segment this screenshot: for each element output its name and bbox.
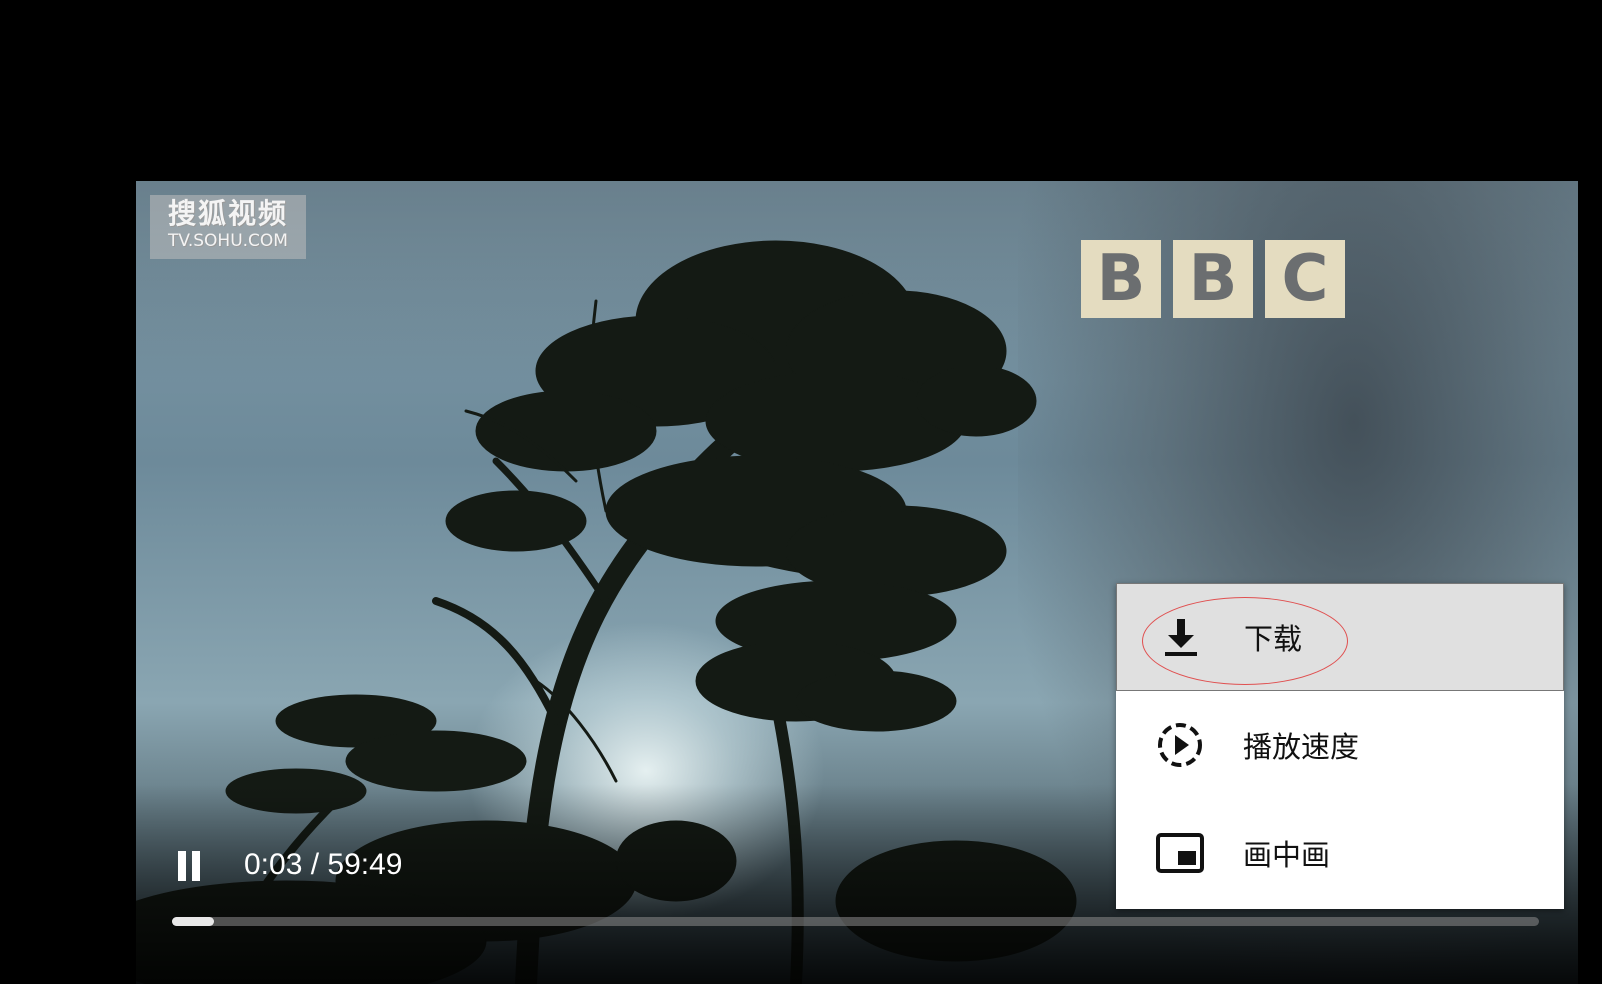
sohu-watermark: 搜狐视频 TV.SOHU.COM bbox=[150, 195, 306, 259]
playback-speed-icon bbox=[1158, 723, 1202, 767]
bbc-letter: B bbox=[1081, 240, 1161, 318]
bbc-letter: C bbox=[1265, 240, 1345, 318]
menu-item-playback-speed[interactable]: 播放速度 bbox=[1116, 691, 1564, 799]
picture-in-picture-icon bbox=[1156, 833, 1204, 873]
menu-item-picture-in-picture[interactable]: 画中画 bbox=[1116, 799, 1564, 907]
time-display: 0:03 / 59:49 bbox=[244, 848, 403, 881]
download-icon bbox=[1165, 619, 1197, 656]
menu-item-download[interactable]: 下载 bbox=[1116, 583, 1564, 691]
bbc-logo: B B C bbox=[1081, 240, 1345, 318]
progress-fill bbox=[172, 917, 215, 926]
menu-item-label: 画中画 bbox=[1243, 838, 1331, 872]
menu-item-label: 播放速度 bbox=[1243, 730, 1360, 764]
progress-bar[interactable] bbox=[172, 917, 1539, 926]
watermark-en-text: TV.SOHU.COM bbox=[168, 231, 288, 251]
menu-item-label: 下载 bbox=[1244, 622, 1303, 656]
pause-icon bbox=[178, 851, 186, 881]
watermark-cn-text: 搜狐视频 bbox=[167, 197, 288, 230]
bbc-letter: B bbox=[1173, 240, 1253, 318]
page: 搜狐视频 TV.SOHU.COM B B C 0:03 / 59:49 下载 播… bbox=[0, 0, 1602, 984]
pause-icon bbox=[192, 851, 200, 881]
pause-button[interactable] bbox=[178, 851, 204, 881]
overflow-menu: 下载 播放速度 画中画 bbox=[1116, 583, 1564, 909]
